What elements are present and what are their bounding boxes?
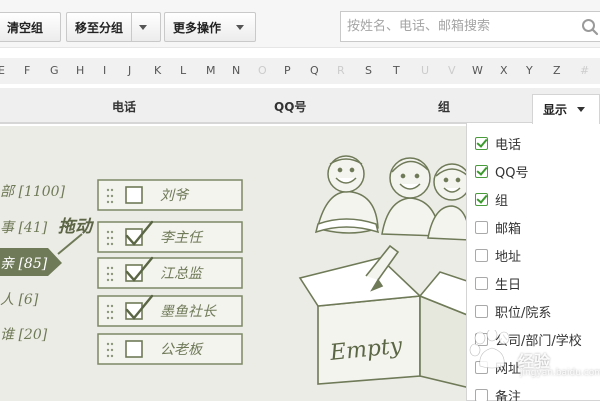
clear-group-button-frame: 清空组 [0, 12, 61, 42]
empty-box [298, 244, 490, 390]
alphabet-letter[interactable]: Z [553, 64, 561, 77]
alphabet-letter[interactable]: S [365, 64, 372, 77]
alphabet-letter[interactable]: Q [310, 64, 319, 77]
people-cartoon [314, 155, 471, 241]
display-option-label: 组 [495, 193, 509, 209]
display-option[interactable]: QQ号 [467, 157, 600, 185]
display-option[interactable]: 生日 [467, 269, 600, 297]
search-box [340, 11, 600, 42]
move-to-group-arrow[interactable] [132, 13, 154, 41]
alphabet-letter: R [337, 64, 345, 77]
display-option[interactable]: 网址 [467, 353, 600, 381]
alphabet-letter: O [258, 64, 267, 77]
column-header: 电话 QQ号 组 [0, 88, 600, 124]
checkbox[interactable] [475, 248, 488, 262]
group-item: 事 [41] [0, 220, 48, 236]
alphabet-letter[interactable]: G [50, 64, 59, 77]
chevron-down-icon [236, 24, 245, 30]
display-option[interactable]: 备注 [467, 381, 600, 401]
display-option-label: 邮箱 [495, 221, 522, 237]
alphabet-letter[interactable]: F [24, 64, 30, 77]
alphabet-letter[interactable]: L [180, 64, 186, 77]
alphabet-letter: V [448, 64, 456, 77]
display-option[interactable]: 电话 [467, 129, 600, 157]
alphabet-letter[interactable]: J [128, 64, 131, 77]
alphabet-letter[interactable]: X [500, 64, 508, 77]
checkbox[interactable] [475, 276, 488, 290]
display-option[interactable]: 公司/部门/学校 [467, 325, 600, 353]
display-option-label: 备注 [495, 389, 522, 401]
display-option-label: QQ号 [495, 165, 529, 181]
column-phone[interactable]: 电话 [112, 98, 136, 115]
alphabet-index: E F G H I J K L M N O P Q R S T U V W X Y Z # [0, 58, 600, 84]
checkbox[interactable] [475, 304, 488, 318]
drag-arrow [57, 233, 83, 255]
checkbox[interactable] [475, 360, 488, 374]
checkbox[interactable] [475, 220, 488, 234]
alphabet-letter[interactable]: K [154, 64, 161, 77]
drag-label: 拖动 [58, 217, 95, 237]
checkbox[interactable] [475, 332, 488, 346]
checkbox[interactable] [475, 388, 488, 401]
display-option-label: 电话 [495, 137, 522, 153]
alphabet-letter[interactable]: P [284, 64, 291, 77]
contact-name: 公老板 [160, 342, 204, 358]
alphabet-letter[interactable]: E [0, 64, 5, 77]
display-label: 显示 [543, 103, 568, 117]
contact-name: 江总监 [160, 266, 204, 282]
group-item-highlighted: 亲 [85] [0, 256, 48, 272]
alphabet-letter[interactable]: Y [526, 64, 533, 77]
checkbox-checked[interactable] [475, 136, 488, 150]
alphabet-letter[interactable]: N [232, 64, 240, 77]
group-item: 人 [6] [0, 292, 39, 308]
alphabet-letter: # [580, 64, 590, 77]
column-group[interactable]: 组 [438, 98, 450, 115]
column-qq[interactable]: QQ号 [274, 98, 306, 115]
contact-name: 李主任 [160, 230, 204, 246]
display-columns-menu: 电话 QQ号组邮箱地址生日职位/院系公司/部门/学校 网址备注 [466, 122, 600, 401]
display-option-label: 地址 [495, 249, 522, 265]
toolbar: 清空组 移至分组 更多操作 [0, 0, 600, 48]
more-actions-dropdown: 更多操作 [164, 12, 256, 42]
display-option[interactable]: 地址 [467, 241, 600, 269]
alphabet-letter[interactable]: W [472, 64, 483, 77]
chevron-down-icon [577, 107, 586, 112]
move-to-group-button[interactable]: 移至分组 [67, 13, 131, 41]
alphabet-letter[interactable]: I [103, 64, 106, 77]
move-to-group-dropdown: 移至分组 [66, 12, 161, 42]
display-option[interactable]: 职位/院系 [467, 297, 600, 325]
display-option[interactable]: 组 [467, 185, 600, 213]
group-item: 部 [1100] [0, 184, 66, 200]
display-option[interactable]: 邮箱 [467, 213, 600, 241]
contact-name: 刘爷 [160, 188, 190, 204]
display-option-label: 职位/院系 [495, 305, 552, 321]
display-option-label: 网址 [495, 361, 522, 377]
chevron-down-icon [139, 24, 148, 30]
alphabet-letter[interactable]: H [76, 64, 84, 77]
display-option-label: 公司/部门/学校 [495, 333, 582, 349]
search-input[interactable] [341, 12, 571, 41]
alphabet-letter: U [421, 64, 430, 77]
more-actions-button[interactable]: 更多操作 [165, 13, 229, 41]
search-icon[interactable] [581, 18, 599, 36]
group-item: 谁 [20] [0, 327, 48, 343]
alphabet-letter[interactable]: M [206, 64, 216, 77]
checkbox-checked[interactable] [475, 192, 488, 206]
alphabet-letter[interactable]: T [393, 64, 400, 77]
display-columns-button[interactable]: 显示 [532, 94, 600, 124]
more-actions-arrow[interactable] [229, 13, 251, 41]
contact-name: 墨鱼社长 [160, 304, 217, 320]
checkbox-checked[interactable] [475, 164, 488, 178]
display-option-label: 生日 [495, 277, 522, 293]
clear-group-button[interactable]: 清空组 [0, 13, 51, 41]
